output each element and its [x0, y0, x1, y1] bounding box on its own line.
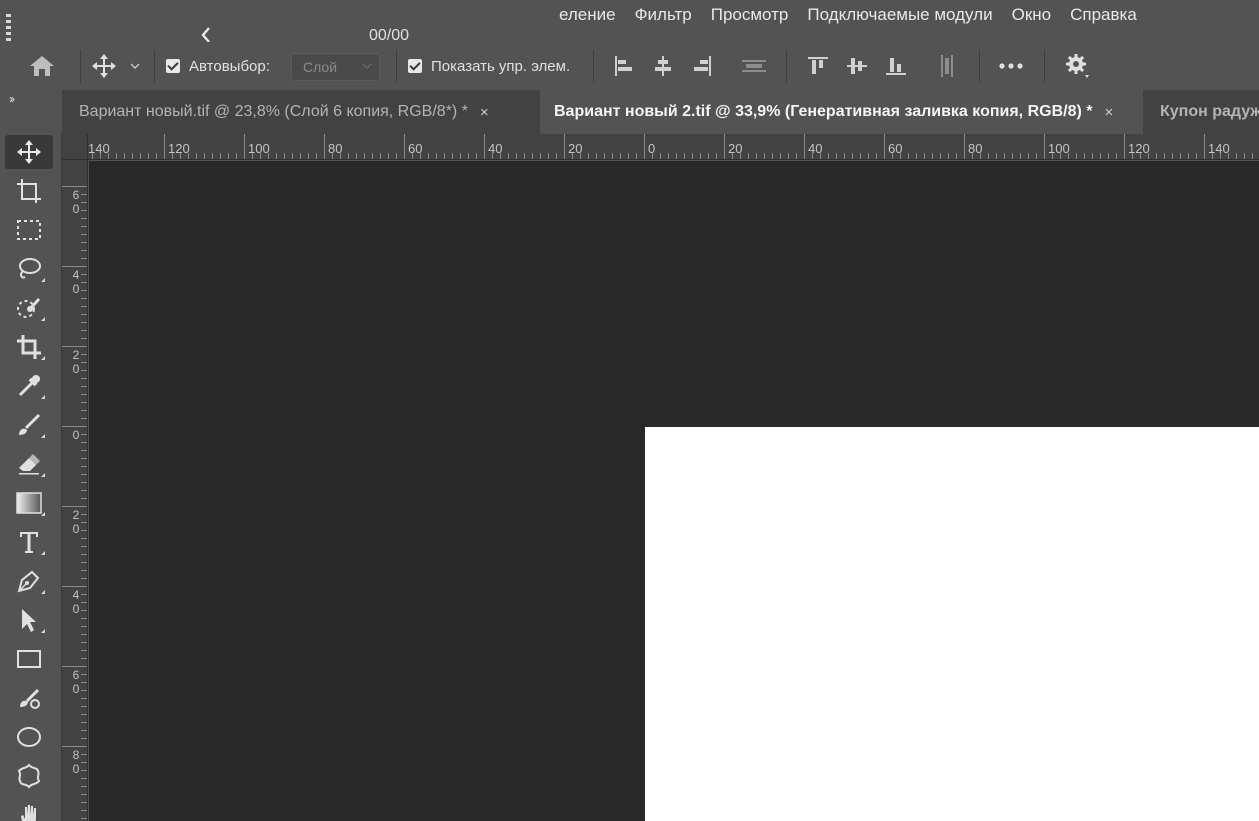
more-icon[interactable]	[998, 42, 1024, 90]
home-icon[interactable]	[28, 42, 56, 90]
move-tool-icon[interactable]	[5, 135, 53, 169]
gradient-tool-icon[interactable]	[5, 486, 53, 520]
panel-collapse-toggle[interactable]: ››	[0, 90, 62, 134]
auto-select-checkbox[interactable]	[166, 59, 180, 73]
ruler-v-label: 60	[72, 668, 80, 696]
close-icon[interactable]: ×	[480, 104, 489, 121]
ruler-h-label: 80	[968, 141, 983, 156]
move-icon[interactable]	[91, 42, 117, 90]
rectangle-tool-icon[interactable]	[5, 642, 53, 676]
menu-item-plugins[interactable]: Подключаемые модули	[807, 5, 992, 25]
align-top-icon[interactable]	[807, 42, 829, 90]
ruler-h-label: 120	[1128, 141, 1150, 156]
gear-icon[interactable]	[1064, 42, 1092, 90]
document-tab-label: Вариант новый 2.tif @ 33,9% (Генеративна…	[554, 103, 1093, 120]
align-horizontal-center-icon[interactable]	[652, 42, 674, 90]
chevron-down-icon	[362, 61, 372, 72]
ruler-v-label: 40	[72, 268, 80, 296]
horizontal-ruler[interactable]: 140 120 100 80 60 40 20 0 20 40 60 80 10…	[88, 134, 1259, 160]
brush-tool-icon[interactable]	[5, 408, 53, 442]
align-left-icon[interactable]	[613, 42, 635, 90]
ruler-v-label: 20	[72, 348, 80, 376]
pen-tool-icon[interactable]	[5, 564, 53, 598]
menu-item-help[interactable]: Справка	[1070, 5, 1137, 25]
ruler-origin[interactable]	[62, 134, 88, 160]
custom-shape-tool-icon[interactable]	[5, 759, 53, 793]
show-transform-label: Показать упр. элем.	[431, 57, 571, 75]
menu-item-filter[interactable]: Фильтр	[635, 5, 692, 25]
document-tab-label: Купон радуж	[1160, 103, 1259, 120]
auto-select-target-select[interactable]: Слой	[291, 53, 380, 81]
ruler-v-label: 0	[72, 428, 80, 442]
menu-item-view[interactable]: Просмотр	[711, 5, 789, 25]
ruler-h-label: 100	[1048, 141, 1070, 156]
document-tab-label: Вариант новый.tif @ 23,8% (Слой 6 копия,…	[79, 103, 468, 120]
ruler-h-label: 40	[808, 141, 823, 156]
menu-item-window[interactable]: Окно	[1012, 5, 1052, 25]
ruler-h-label: 60	[888, 141, 903, 156]
hand-tool-icon[interactable]	[5, 798, 53, 821]
ruler-h-label: 120	[168, 141, 190, 156]
document-tab-2[interactable]: Вариант новый 2.tif @ 33,9% (Генеративна…	[540, 90, 1143, 134]
document-tab-1[interactable]: Вариант новый.tif @ 23,8% (Слой 6 копия,…	[62, 90, 541, 134]
ruler-h-label: 80	[328, 141, 343, 156]
ruler-h-label: 20	[568, 141, 583, 156]
marquee-tool-icon[interactable]	[5, 213, 53, 247]
ruler-v-label: 40	[72, 588, 80, 616]
document-canvas[interactable]	[645, 427, 1259, 821]
options-bar: Автовыбор: Слой Показать упр. элем.	[0, 42, 1259, 90]
ruler-h-label: 140	[1208, 141, 1230, 156]
menu-items: еление Фильтр Просмотр Подключаемые моду…	[559, 5, 1156, 25]
tool-preset-dropdown[interactable]	[129, 42, 141, 90]
ruler-h-label: 0	[648, 141, 656, 156]
crop-tool-icon[interactable]	[5, 330, 53, 364]
spot-healing-tool-icon[interactable]	[5, 681, 53, 715]
auto-select-label: Автовыбор:	[189, 57, 270, 75]
ellipse-tool-icon[interactable]	[5, 720, 53, 754]
artboard-tool-icon[interactable]	[5, 174, 53, 208]
close-icon[interactable]: ×	[1104, 104, 1113, 121]
quick-selection-tool-icon[interactable]	[5, 291, 53, 325]
ruler-v-label: 20	[72, 508, 80, 536]
vertical-ruler[interactable]: 60 40 20 0 20 40 60 80	[62, 160, 88, 821]
ruler-h-label: 20	[728, 141, 743, 156]
ruler-v-label: 60	[72, 188, 80, 216]
ruler-h-label: 140	[88, 141, 110, 156]
type-tool-icon[interactable]	[5, 525, 53, 559]
double-chevron-icon: ››	[9, 92, 15, 106]
menu-item-selection[interactable]: еление	[559, 5, 616, 25]
document-tab-3[interactable]: Купон радуж	[1144, 90, 1259, 134]
align-bottom-icon[interactable]	[885, 42, 907, 90]
align-vertical-center-icon[interactable]	[846, 42, 868, 90]
show-transform-option[interactable]: Показать упр. элем.	[408, 42, 570, 90]
distribute-vertical-icon[interactable]	[936, 42, 958, 90]
document-tabs: Вариант новый.tif @ 23,8% (Слой 6 копия,…	[62, 90, 1259, 134]
lasso-tool-icon[interactable]	[5, 252, 53, 286]
ruler-v-label: 80	[72, 748, 80, 776]
align-right-icon[interactable]	[691, 42, 713, 90]
path-selection-tool-icon[interactable]	[5, 603, 53, 637]
ruler-h-label: 60	[408, 141, 423, 156]
eyedropper-tool-icon[interactable]	[5, 369, 53, 403]
auto-select-target-value: Слой	[303, 59, 338, 75]
eraser-tool-icon[interactable]	[5, 447, 53, 481]
tools-panel	[0, 134, 62, 821]
distribute-horizontal-icon[interactable]	[741, 42, 767, 90]
navigation-popup: 00/00	[0, 0, 559, 47]
auto-select-option[interactable]: Автовыбор:	[166, 42, 270, 90]
show-transform-checkbox[interactable]	[408, 59, 422, 73]
ruler-h-label: 40	[488, 141, 503, 156]
ruler-h-label: 100	[248, 141, 270, 156]
